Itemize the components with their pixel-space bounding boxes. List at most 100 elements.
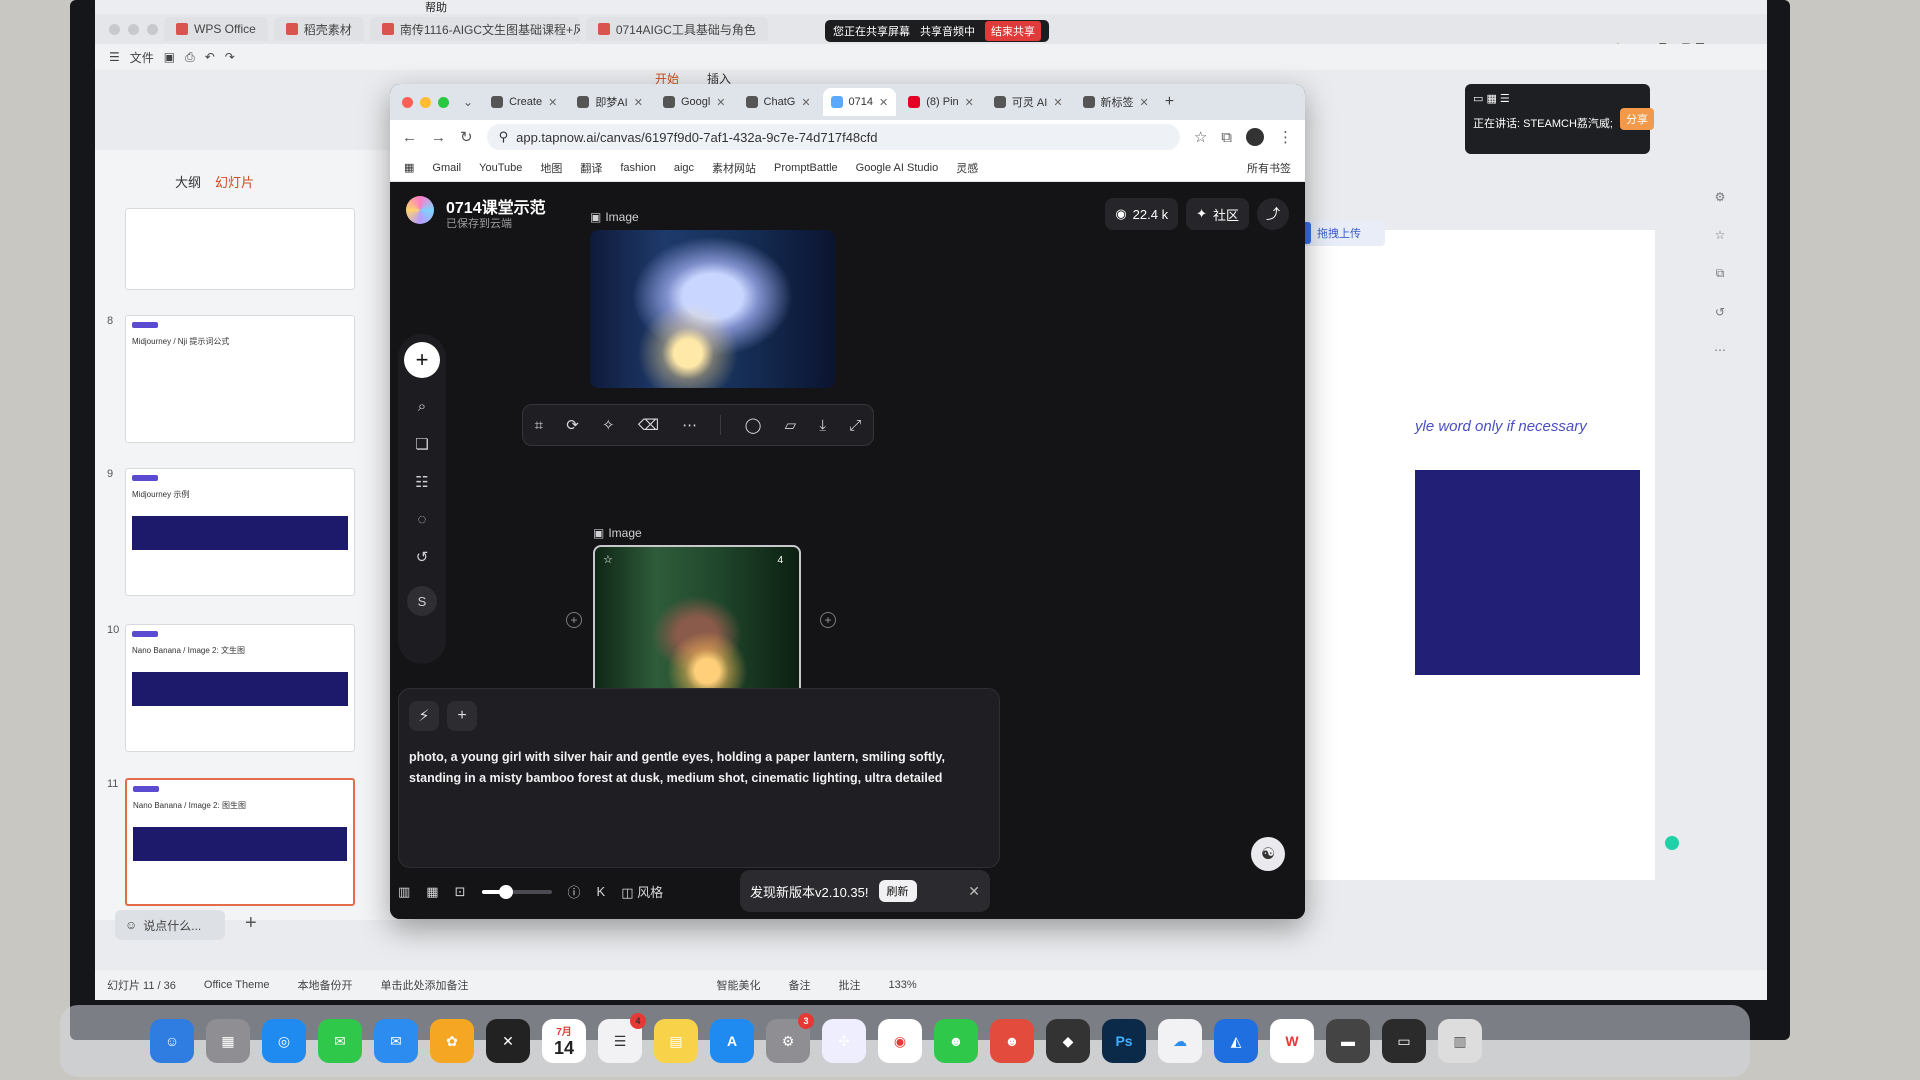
mail-icon[interactable]: ✉ [374, 1019, 418, 1063]
profile-avatar[interactable] [1246, 128, 1264, 146]
bookmark-star-icon[interactable]: ☆ [1194, 128, 1207, 146]
chat-icon[interactable]: ◌ [418, 511, 427, 528]
file-menu[interactable]: 文件 [130, 49, 154, 66]
crop-icon[interactable]: ⌗ [535, 417, 543, 434]
close-icon[interactable]: ✕ [716, 96, 725, 109]
add-reference-button[interactable]: + [447, 701, 477, 731]
screenshot-app-icon[interactable]: ▬ [1326, 1019, 1370, 1063]
messages-icon[interactable]: ✉ [318, 1019, 362, 1063]
meeting-controls[interactable]: ▭ ▦ ☰ [1473, 92, 1642, 105]
capcut-icon[interactable]: ✕ [486, 1019, 530, 1063]
trash-icon[interactable]: ▥ [1438, 1019, 1482, 1063]
settings-icon[interactable]: ⚙ [1715, 190, 1726, 204]
image-node-bamboo-girl[interactable]: ☆ 4 [593, 545, 801, 695]
more-icon[interactable]: ⋯ [1714, 343, 1726, 357]
comments-button[interactable]: 批注 [839, 977, 861, 993]
slide-thumb-11[interactable]: Nano Banana / Image 2: 图生图 [125, 778, 355, 906]
magic-icon[interactable]: ✧ [602, 416, 615, 434]
print-icon[interactable]: ⎙ [185, 50, 195, 65]
calendar-icon[interactable]: 7月 14 [542, 1019, 586, 1063]
erase-icon[interactable]: ⌫ [638, 416, 659, 434]
circle-select-icon[interactable]: ◯ [745, 416, 762, 434]
bookmark-maps[interactable]: 地图 [540, 160, 562, 176]
bookmark-promptbattle[interactable]: PromptBattle [774, 162, 838, 174]
chrome-tab-chatgpt[interactable]: ChatG ✕ [737, 88, 819, 116]
more-icon[interactable]: ⋯ [682, 416, 697, 434]
bookmark-google-ai-studio[interactable]: Google AI Studio [856, 162, 939, 174]
audio-share-status[interactable]: 共享音频中 [920, 23, 975, 39]
notes-button[interactable]: 备注 [789, 977, 811, 993]
star-icon[interactable]: ☆ [1715, 228, 1726, 242]
copy-icon[interactable]: ⧉ [1716, 266, 1725, 281]
bookmark-assets[interactable]: 素材网站 [712, 160, 756, 176]
magic-wand-icon[interactable]: ⚡ [409, 701, 439, 731]
close-icon[interactable]: ✕ [634, 96, 643, 109]
address-bar[interactable]: ⚲ app.tapnow.ai/canvas/6197f9d0-7af1-432… [486, 124, 1180, 150]
prompt-input[interactable]: photo, a young girl with silver hair and… [409, 747, 989, 789]
chrome-icon[interactable]: ◉ [878, 1019, 922, 1063]
undo-icon[interactable]: ↶ [205, 50, 215, 64]
new-tab-button[interactable]: + [1165, 93, 1174, 111]
back-icon[interactable]: ← [402, 129, 417, 146]
templates-icon[interactable]: ☷ [415, 473, 428, 491]
redo-icon[interactable]: ↷ [225, 50, 235, 64]
chrome-tab-newtab[interactable]: 新标签 ✕ [1074, 88, 1157, 116]
close-icon[interactable]: ✕ [801, 96, 810, 109]
close-icon[interactable]: ✕ [965, 96, 974, 109]
folder-icon[interactable]: ▱ [785, 416, 797, 434]
style-button[interactable]: ◫ 风格 [621, 882, 663, 901]
bookmark-youtube[interactable]: YouTube [479, 162, 522, 174]
notes-hint[interactable]: 单击此处添加备注 [381, 977, 469, 993]
k-label[interactable]: K [597, 884, 606, 899]
wechat-icon[interactable]: ☻ [934, 1019, 978, 1063]
rotate-icon[interactable]: ⟳ [566, 416, 579, 434]
backup-status[interactable]: 本地备份开 [298, 977, 353, 993]
focus-icon[interactable]: ⊡ [455, 884, 466, 900]
image-node-lantern-girl[interactable] [590, 230, 835, 388]
notes-icon[interactable]: ▤ [654, 1019, 698, 1063]
menu-help[interactable]: 帮助 [425, 0, 447, 15]
slide-thumb-7[interactable] [125, 208, 355, 290]
photoshop-icon[interactable]: Ps [1102, 1019, 1146, 1063]
slide-thumb-8[interactable]: Midjourney / Nji 提示词公式 [125, 315, 355, 443]
finder-icon[interactable]: ☺ [150, 1019, 194, 1063]
wps-tab-docer[interactable]: 稻壳素材 [273, 17, 364, 41]
end-share-button[interactable]: 结束共享 [985, 21, 1041, 41]
bookmark-aigc[interactable]: aigc [674, 162, 694, 174]
window-controls[interactable] [109, 23, 158, 35]
add-output-icon[interactable]: + [820, 612, 836, 628]
cube-app-icon[interactable]: ◆ [1046, 1019, 1090, 1063]
reminders-icon[interactable]: ☰ 4 [598, 1013, 646, 1063]
favorite-icon[interactable]: ☆ [603, 553, 613, 566]
tapnow-canvas[interactable]: 0714课堂示范 已保存到云端 ◉ 22.4 k ✦ 社区 ⤴ ▣ Image ⌗ ⟳… [390, 182, 1305, 919]
ask-ai-box[interactable]: ☺ 说点什么... [115, 910, 225, 940]
share-button[interactable]: 分享 [1620, 108, 1654, 130]
wps-dock-icon[interactable]: W [1270, 1019, 1314, 1063]
all-bookmarks[interactable]: 所有书签 [1247, 160, 1291, 176]
smart-beautify[interactable]: 智能美化 [717, 977, 761, 993]
refresh-button[interactable]: 刷新 [878, 880, 917, 902]
theme-name[interactable]: Office Theme [204, 979, 270, 991]
tab-outline[interactable]: 大纲 [175, 172, 201, 191]
grid-icon[interactable]: ▦ [426, 884, 438, 900]
chrome-tab-jimeng[interactable]: 即梦AI ✕ [569, 88, 651, 116]
zoom-level[interactable]: 133% [889, 979, 917, 991]
photos-icon[interactable]: ✿ [430, 1019, 474, 1063]
chrome-tab-google[interactable]: Googl ✕ [654, 88, 734, 116]
history-icon[interactable]: ↺ [1715, 305, 1725, 319]
bookmark-translate[interactable]: 翻译 [580, 160, 602, 176]
reload-icon[interactable]: ↻ [460, 128, 473, 146]
close-icon[interactable]: ✕ [1140, 96, 1149, 109]
menu-icon[interactable]: ☰ [109, 50, 120, 64]
app-store-icon[interactable]: A [710, 1019, 754, 1063]
extensions-icon[interactable]: ⧉ [1221, 129, 1232, 146]
chrome-tab-kling[interactable]: 可灵 AI ✕ [985, 88, 1071, 116]
close-icon[interactable]: ✕ [879, 96, 888, 109]
launchpad-icon[interactable]: ▦ [206, 1019, 250, 1063]
credits-pill[interactable]: ◉ 22.4 k [1105, 198, 1179, 230]
slide-thumb-9[interactable]: Midjourney 示例 [125, 468, 355, 596]
close-icon[interactable]: ✕ [968, 883, 980, 900]
tab-search-icon[interactable]: ⌄ [463, 95, 473, 109]
slider-knob[interactable] [499, 884, 513, 899]
help-icon[interactable]: ⓘ [568, 882, 581, 901]
